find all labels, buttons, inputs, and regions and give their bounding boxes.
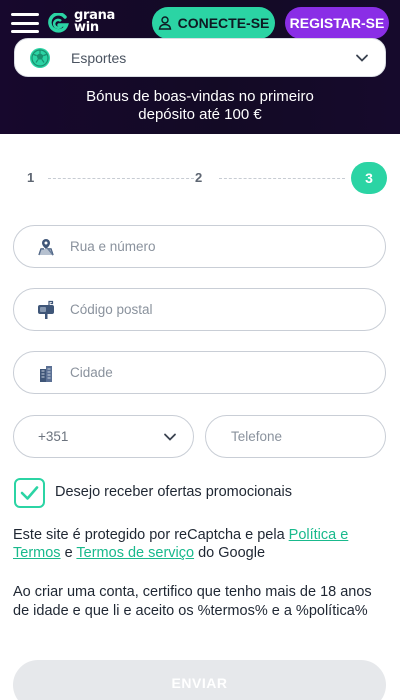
map-pin-icon — [38, 239, 54, 256]
recaptcha-suffix: do Google — [194, 545, 266, 561]
mailbox-icon — [38, 300, 54, 319]
city-field[interactable]: Cidade — [13, 351, 386, 394]
step-divider — [48, 178, 194, 179]
login-label: CONECTE-SE — [177, 15, 270, 31]
recaptcha-prefix: Este site é protegido por reCaptcha e pe… — [13, 527, 289, 543]
user-icon — [158, 16, 171, 30]
bonus-text: Bónus de boas-vindas no primeiro depósit… — [0, 88, 400, 124]
bonus-line1: Bónus de boas-vindas no primeiro — [86, 88, 314, 105]
step-indicator: 1 2 3 — [14, 162, 388, 194]
street-field[interactable]: Rua e número — [13, 225, 386, 268]
recaptcha-middle: e — [60, 545, 77, 561]
bonus-line2: depósito até 100 € — [138, 106, 262, 123]
submit-label: ENVIAR — [171, 675, 228, 691]
chevron-down-icon — [356, 54, 368, 62]
menu-icon[interactable] — [11, 13, 39, 33]
logo-text: grana win — [74, 9, 115, 35]
promo-label: Desejo receber ofertas promocionais — [55, 484, 292, 500]
brand-line2: win — [74, 20, 99, 35]
sport-select[interactable]: Esportes — [14, 38, 386, 77]
register-button[interactable]: REGISTAR-SE — [285, 7, 389, 39]
step-divider — [219, 178, 345, 179]
phone-code-select[interactable]: +351 — [13, 415, 194, 458]
chevron-down-icon — [164, 433, 176, 441]
logo-icon — [48, 13, 69, 33]
phone-input[interactable]: Telefone — [205, 415, 386, 458]
city-placeholder: Cidade — [70, 365, 113, 380]
postal-code-field[interactable]: Código postal — [13, 288, 386, 331]
terms-of-service-link[interactable]: Termos de serviço — [76, 545, 194, 561]
phone-code-value: +351 — [38, 429, 69, 444]
step-1: 1 — [27, 170, 35, 185]
sport-select-value: Esportes — [71, 50, 127, 66]
promo-checkbox[interactable] — [14, 478, 45, 508]
city-buildings-icon — [40, 366, 52, 382]
register-label: REGISTAR-SE — [289, 15, 385, 31]
submit-button[interactable]: ENVIAR — [13, 660, 386, 700]
step-2: 2 — [195, 170, 203, 185]
street-placeholder: Rua e número — [70, 239, 156, 254]
step-3-active: 3 — [351, 162, 387, 194]
phone-placeholder: Telefone — [231, 429, 283, 444]
logo[interactable]: grana win — [48, 9, 134, 37]
login-button[interactable]: CONECTE-SE — [152, 7, 275, 39]
postal-code-placeholder: Código postal — [70, 302, 153, 317]
recaptcha-notice: Este site é protegido por reCaptcha e pe… — [13, 526, 391, 562]
check-icon — [20, 486, 39, 500]
soccer-ball-icon — [30, 48, 50, 68]
top-banner: grana win CONECTE-SE REGISTAR-SE Esporte… — [0, 0, 400, 134]
age-confirmation-text: Ao criar uma conta, certifico que tenho … — [13, 584, 372, 619]
